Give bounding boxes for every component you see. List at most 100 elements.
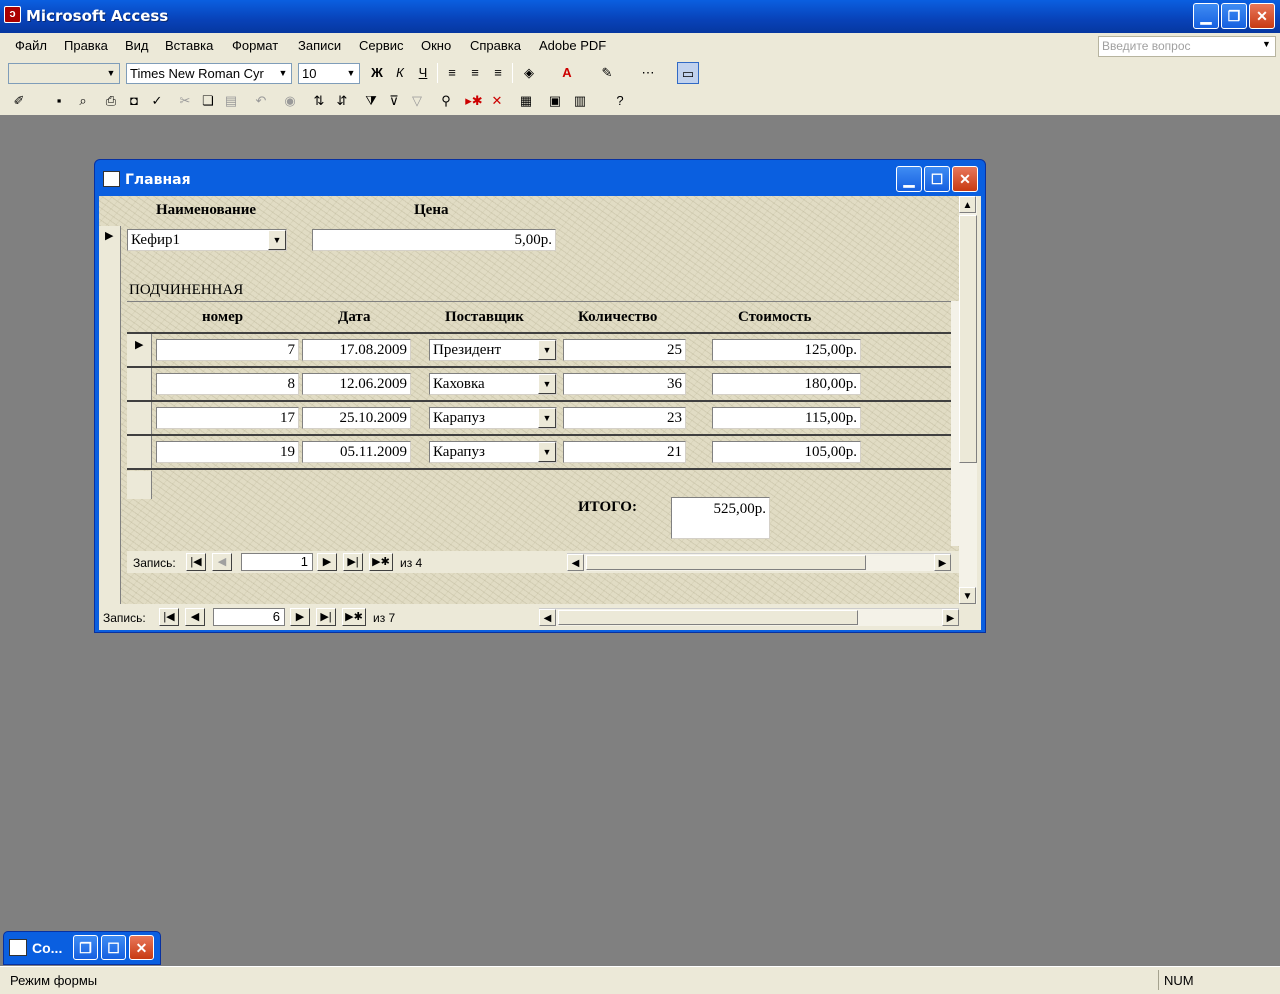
fill-color-icon[interactable]: ◈ [518, 62, 540, 84]
row-selector[interactable]: ▶ [127, 334, 152, 366]
restore-button[interactable]: ❐ [1221, 3, 1247, 29]
scroll-thumb[interactable] [558, 610, 858, 625]
price-field[interactable]: 5,00р. [312, 229, 556, 251]
form-close-button[interactable]: ✕ [952, 166, 978, 192]
line-color-icon[interactable]: ✎ [596, 62, 618, 84]
new-record-icon[interactable]: ▶✱ [342, 608, 366, 626]
align-right-icon[interactable]: ≡ [487, 62, 509, 84]
number-field[interactable]: 19 [156, 441, 299, 463]
close-button[interactable]: ✕ [129, 935, 154, 960]
save-icon[interactable]: ▪ [48, 90, 70, 112]
first-record-icon[interactable]: |◀ [186, 553, 206, 571]
spelling-icon[interactable]: ✓ [146, 90, 168, 112]
form-horizontal-scrollbar[interactable]: ◀ ▶ [539, 608, 959, 626]
new-record-icon[interactable]: ▸✱ [463, 90, 485, 112]
delete-record-icon[interactable]: ✕ [486, 90, 508, 112]
subform-horizontal-scrollbar[interactable]: ◀ ▶ [567, 553, 951, 571]
quantity-field[interactable]: 21 [563, 441, 686, 463]
chevron-down-icon[interactable]: ▼ [1262, 39, 1271, 49]
supplier-combo[interactable]: Президент ▼ [429, 339, 557, 361]
number-field[interactable]: 17 [156, 407, 299, 429]
sort-ascending-icon[interactable]: ⇅ [308, 90, 330, 112]
cost-field[interactable]: 125,00р. [712, 339, 861, 361]
filter-by-form-icon[interactable]: ⊽ [383, 90, 405, 112]
row-selector[interactable] [127, 402, 152, 434]
number-field[interactable]: 8 [156, 373, 299, 395]
previous-record-icon[interactable]: ◀ [212, 553, 232, 571]
supplier-combo[interactable]: Карапуз ▼ [429, 441, 557, 463]
cost-field[interactable]: 105,00р. [712, 441, 861, 463]
date-field[interactable]: 12.06.2009 [302, 373, 411, 395]
menu-window[interactable]: Окно [421, 38, 451, 53]
chevron-down-icon[interactable]: ▼ [538, 442, 556, 462]
quantity-field[interactable]: 23 [563, 407, 686, 429]
subform-record-number-input[interactable]: 1 [241, 553, 313, 571]
previous-record-icon[interactable]: ◀ [185, 608, 205, 626]
last-record-icon[interactable]: ▶| [343, 553, 363, 571]
menu-file[interactable]: Файл [15, 38, 47, 53]
italic-icon[interactable]: К [389, 62, 411, 84]
scroll-up-icon[interactable]: ▲ [959, 196, 976, 213]
menu-help[interactable]: Справка [470, 38, 521, 53]
chevron-down-icon[interactable]: ▼ [538, 340, 556, 360]
cut-icon[interactable]: ✂ [174, 90, 196, 112]
font-size-combo[interactable]: 10 ▼ [298, 63, 360, 84]
chevron-down-icon[interactable]: ▼ [538, 374, 556, 394]
scroll-left-icon[interactable]: ◀ [567, 554, 584, 571]
record-number-input[interactable]: 6 [213, 608, 285, 626]
scroll-left-icon[interactable]: ◀ [539, 609, 556, 626]
minimized-window[interactable]: Со... ❐ ☐ ✕ [3, 931, 161, 965]
name-combo[interactable]: Кефир1 ▼ [127, 229, 287, 251]
next-record-icon[interactable]: ▶ [317, 553, 337, 571]
supplier-combo[interactable]: Карапуз ▼ [429, 407, 557, 429]
copy-icon[interactable]: ❏ [197, 90, 219, 112]
underline-icon[interactable]: Ч [412, 62, 434, 84]
new-object-icon[interactable]: ▥ [569, 90, 591, 112]
next-record-icon[interactable]: ▶ [290, 608, 310, 626]
properties-icon[interactable]: ▦ [515, 90, 537, 112]
align-center-icon[interactable]: ≡ [464, 62, 486, 84]
hyperlink-icon[interactable]: ◉ [279, 90, 301, 112]
scroll-right-icon[interactable]: ▶ [934, 554, 951, 571]
paste-icon[interactable]: ▤ [220, 90, 242, 112]
date-field[interactable]: 17.08.2009 [302, 339, 411, 361]
quantity-field[interactable]: 36 [563, 373, 686, 395]
first-record-icon[interactable]: |◀ [159, 608, 179, 626]
form-maximize-button[interactable]: ☐ [924, 166, 950, 192]
special-effect-icon[interactable]: ▭ [677, 62, 699, 84]
menu-format[interactable]: Формат [232, 38, 278, 53]
scroll-right-icon[interactable]: ▶ [942, 609, 959, 626]
font-name-combo[interactable]: Times New Roman Cyr ▼ [126, 63, 292, 84]
close-button[interactable]: ✕ [1249, 3, 1275, 29]
undo-icon[interactable]: ↶ [250, 90, 272, 112]
record-selector[interactable]: ▶ [99, 226, 121, 604]
print-preview-icon[interactable]: ◘ [123, 90, 145, 112]
menu-view[interactable]: Вид [125, 38, 149, 53]
form-minimize-button[interactable]: ▁ [896, 166, 922, 192]
search-file-icon[interactable]: ⌕ [72, 90, 94, 112]
help-question-input[interactable]: Введите вопрос [1098, 36, 1276, 57]
align-left-icon[interactable]: ≡ [441, 62, 463, 84]
restore-button[interactable]: ❐ [73, 935, 98, 960]
sort-descending-icon[interactable]: ⇵ [331, 90, 353, 112]
menu-tools[interactable]: Сервис [359, 38, 404, 53]
date-field[interactable]: 25.10.2009 [302, 407, 411, 429]
cost-field[interactable]: 115,00р. [712, 407, 861, 429]
scroll-down-icon[interactable]: ▼ [959, 587, 976, 604]
bold-icon[interactable]: Ж [366, 62, 388, 84]
date-field[interactable]: 05.11.2009 [302, 441, 411, 463]
apply-filter-icon[interactable]: ▽ [406, 90, 428, 112]
object-combo[interactable]: ▼ [8, 63, 120, 84]
total-field[interactable]: 525,00р. [671, 497, 770, 539]
database-window-icon[interactable]: ▣ [544, 90, 566, 112]
maximize-button[interactable]: ☐ [101, 935, 126, 960]
chevron-down-icon[interactable]: ▼ [268, 230, 286, 250]
access-key-icon[interactable]: ↄ [4, 6, 21, 23]
new-record-icon[interactable]: ▶✱ [369, 553, 393, 571]
scroll-thumb[interactable] [959, 215, 977, 463]
filter-by-selection-icon[interactable]: ⧩ [360, 90, 382, 112]
chevron-down-icon[interactable]: ▼ [538, 408, 556, 428]
menu-edit[interactable]: Правка [64, 38, 108, 53]
find-icon[interactable]: ⚲ [435, 90, 457, 112]
new-row-selector[interactable] [127, 471, 152, 499]
